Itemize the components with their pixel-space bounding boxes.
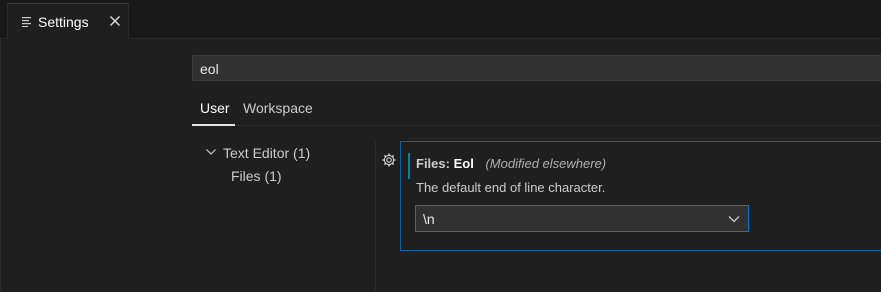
settings-scope-tabs: User Workspace <box>192 96 881 126</box>
setting-name: Eol <box>453 156 474 171</box>
toc-item-files[interactable]: Files (1) <box>231 168 282 184</box>
tab-label: Settings <box>38 14 89 30</box>
gear-icon[interactable] <box>381 152 397 168</box>
editor-tab-bar: Settings <box>0 0 881 39</box>
setting-description: The default end of line character. <box>416 180 606 195</box>
chevron-down-icon <box>728 216 740 223</box>
select-value: \n <box>423 211 435 227</box>
eol-select[interactable]: \n <box>415 205 749 232</box>
close-icon[interactable] <box>107 13 123 29</box>
tab-workspace[interactable]: Workspace <box>243 100 313 116</box>
modified-elsewhere-note[interactable]: (Modified elsewhere) <box>485 156 606 171</box>
modified-indicator <box>408 153 410 179</box>
active-tab-indicator <box>192 124 235 126</box>
tab-settings[interactable]: Settings <box>7 3 129 39</box>
toc-item-text-editor[interactable]: Text Editor (1) <box>223 145 310 161</box>
tab-user[interactable]: User <box>200 100 230 116</box>
chevron-down-icon[interactable] <box>205 146 217 158</box>
divider <box>375 140 376 292</box>
search-value: eol <box>200 61 219 77</box>
divider <box>0 39 1 292</box>
setting-category: Files: <box>416 156 450 171</box>
settings-editor-icon <box>22 17 31 27</box>
search-input[interactable]: eol <box>192 55 881 81</box>
setting-title: Files: Eol (Modified elsewhere) <box>416 156 606 171</box>
setting-item-files-eol: Files: Eol (Modified elsewhere) The defa… <box>400 141 881 251</box>
